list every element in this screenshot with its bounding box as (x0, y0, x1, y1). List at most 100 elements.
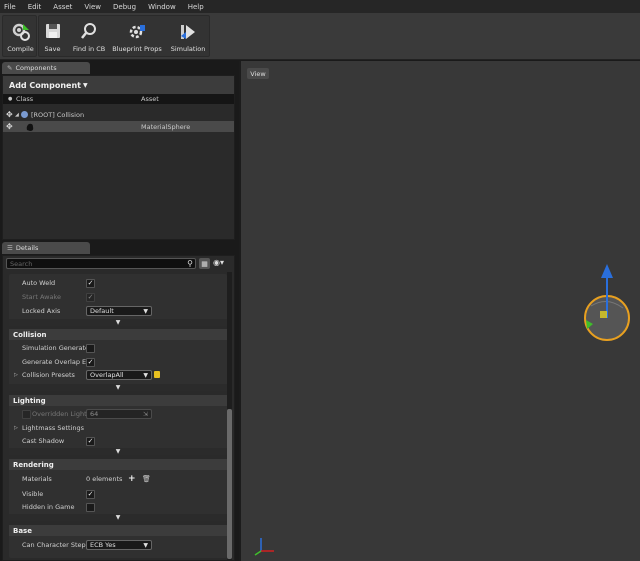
generate-overlap-checkbox[interactable]: ✓ (86, 357, 95, 367)
generate-overlap-label: Generate Overlap Ev (22, 358, 86, 366)
locked-axis-label: Locked Axis (22, 307, 61, 315)
visible-row: Visible ✓ (9, 487, 227, 501)
sort-icon: ● (8, 96, 13, 102)
expand-arrow-icon: ◢ (15, 111, 19, 118)
viewport-scene (254, 264, 630, 556)
menu-edit[interactable]: Edit (28, 3, 42, 11)
save-button[interactable]: Save (39, 18, 66, 56)
material-sphere-asset: MaterialSphere (141, 122, 191, 131)
viewport[interactable] (239, 61, 640, 561)
tree-row-material-sphere[interactable]: ✥ MaterialSphere (3, 121, 234, 132)
tools-group: Save Find in CB Blueprint Props Simulati… (38, 15, 210, 57)
collision-presets-label: Collision Presets (22, 371, 75, 379)
expand-arrow-icon: ▷ (14, 372, 18, 378)
viewport-view-button[interactable]: View (247, 68, 269, 79)
compile-group: Compile (2, 15, 37, 57)
menu-asset[interactable]: Asset (53, 3, 72, 11)
details-scrollbar[interactable] (227, 272, 232, 560)
physics-section: Auto Weld ✓ Start Awake ✓ Locked Axis De… (9, 274, 227, 326)
materials-value: 0 elements (86, 475, 123, 483)
details-scrollbar-thumb[interactable] (227, 409, 232, 559)
overridden-light-value-field[interactable]: 64 ⇲ (86, 409, 152, 419)
gizmo-plane-handle[interactable] (600, 311, 607, 318)
base-title[interactable]: Base (9, 525, 227, 536)
expand-arrow-icon: ▷ (14, 425, 18, 431)
auto-weld-checkbox[interactable]: ✓ (86, 278, 95, 288)
details-search-input[interactable]: Search ⚲ (6, 258, 196, 269)
start-awake-row: Start Awake ✓ (9, 290, 227, 304)
root-component-label: [ROOT] Collision (31, 110, 85, 119)
menu-help[interactable]: Help (188, 3, 204, 11)
find-in-cb-button[interactable]: Find in CB (69, 18, 109, 56)
save-icon (45, 24, 60, 38)
axis-indicator-y (254, 550, 262, 556)
visible-checkbox[interactable]: ✓ (86, 489, 95, 499)
collision-presets-dropdown[interactable]: OverlapAll ▼ (86, 370, 152, 380)
blueprint-props-icon (129, 25, 145, 39)
simulation-icon (181, 25, 195, 39)
tab-components[interactable]: ✎ Components (2, 62, 90, 74)
rendering-title[interactable]: Rendering (9, 459, 227, 470)
collision-collapse-arrow[interactable]: ▼ (9, 384, 227, 391)
can-character-step-dropdown[interactable]: ECB Yes ▼ (86, 540, 152, 550)
visibility-eye-icon[interactable]: ◉▾ (213, 258, 224, 267)
tab-details[interactable]: ☰ Details (2, 242, 90, 254)
simulation-button[interactable]: Simulation (167, 18, 209, 56)
chevron-down-icon: ▼ (143, 542, 148, 549)
start-awake-checkbox[interactable]: ✓ (86, 292, 95, 302)
gizmo-z-arrow[interactable] (601, 264, 613, 278)
locked-axis-dropdown[interactable]: Default ▼ (86, 306, 152, 316)
simulation-generates-checkbox[interactable] (86, 343, 95, 353)
cast-shadow-label: Cast Shadow (22, 437, 65, 445)
simulation-label: Simulation (170, 45, 206, 53)
add-component-button[interactable]: Add Component ▼ (3, 76, 234, 94)
start-awake-label: Start Awake (22, 293, 61, 301)
chevron-down-icon: ▼ (143, 372, 148, 379)
cast-shadow-checkbox[interactable]: ✓ (86, 436, 95, 446)
hidden-in-game-checkbox[interactable] (86, 502, 95, 512)
components-tab-label: Components (15, 64, 57, 72)
menu-debug[interactable]: Debug (113, 3, 136, 11)
add-element-icon[interactable]: + (128, 474, 136, 484)
lighting-collapse-arrow[interactable]: ▼ (9, 448, 227, 455)
menu-file[interactable]: File (4, 3, 16, 11)
auto-weld-label: Auto Weld (22, 279, 56, 287)
collision-title[interactable]: Collision (9, 329, 227, 340)
blueprint-props-button[interactable]: Blueprint Props (111, 18, 163, 56)
compile-icon (12, 23, 30, 41)
chevron-down-icon: ▼ (83, 81, 88, 89)
base-section: Base Can Character Step U ECB Yes ▼ (9, 525, 227, 558)
collision-presets-value: OverlapAll (90, 371, 124, 379)
reset-to-default-icon[interactable] (154, 371, 160, 378)
add-component-label: Add Component (9, 80, 81, 90)
components-tab-icon: ✎ (7, 64, 13, 72)
rendering-section: Rendering Materials 0 elements + 🗑 Visib… (9, 459, 227, 521)
search-icon: ⚲ (187, 259, 193, 268)
trash-icon[interactable]: 🗑 (142, 475, 151, 483)
menu-window[interactable]: Window (148, 3, 176, 11)
view-grid-button[interactable]: ▦ (199, 258, 210, 269)
tree-row-root-collision[interactable]: ✥ ◢ [ROOT] Collision (3, 109, 234, 120)
spinner-icon: ⇲ (142, 411, 148, 418)
collision-presets-row: ▷ Collision Presets OverlapAll ▼ (9, 368, 227, 382)
col-asset-header[interactable]: Asset (141, 95, 159, 103)
lightmass-settings-row: ▷ Lightmass Settings (9, 421, 227, 435)
lightmass-settings-label[interactable]: Lightmass Settings (22, 424, 86, 432)
compile-label: Compile (7, 45, 34, 53)
lighting-section: Lighting Overridden Light 64 ⇲ ▷ Lightma… (9, 395, 227, 455)
physics-collapse-arrow[interactable]: ▼ (9, 319, 227, 326)
locked-axis-value: Default (90, 307, 114, 315)
overridden-light-value: 64 (90, 410, 99, 418)
col-class-header[interactable]: Class (16, 95, 33, 103)
menu-view[interactable]: View (84, 3, 101, 11)
move-gizmo-icon: ✥ (6, 110, 13, 119)
materials-row: Materials 0 elements + 🗑 (9, 472, 227, 486)
simulation-generates-label: Simulation Generate (22, 344, 86, 352)
menu-bar: File Edit Asset View Debug Window Help (0, 0, 640, 13)
lighting-title[interactable]: Lighting (9, 395, 227, 406)
components-tree-header: ● Class Asset (3, 94, 234, 104)
overridden-light-checkbox[interactable] (22, 409, 31, 419)
rendering-collapse-arrow[interactable]: ▼ (9, 514, 227, 521)
compile-button[interactable]: Compile (3, 18, 38, 56)
find-in-cb-label: Find in CB (72, 45, 106, 53)
